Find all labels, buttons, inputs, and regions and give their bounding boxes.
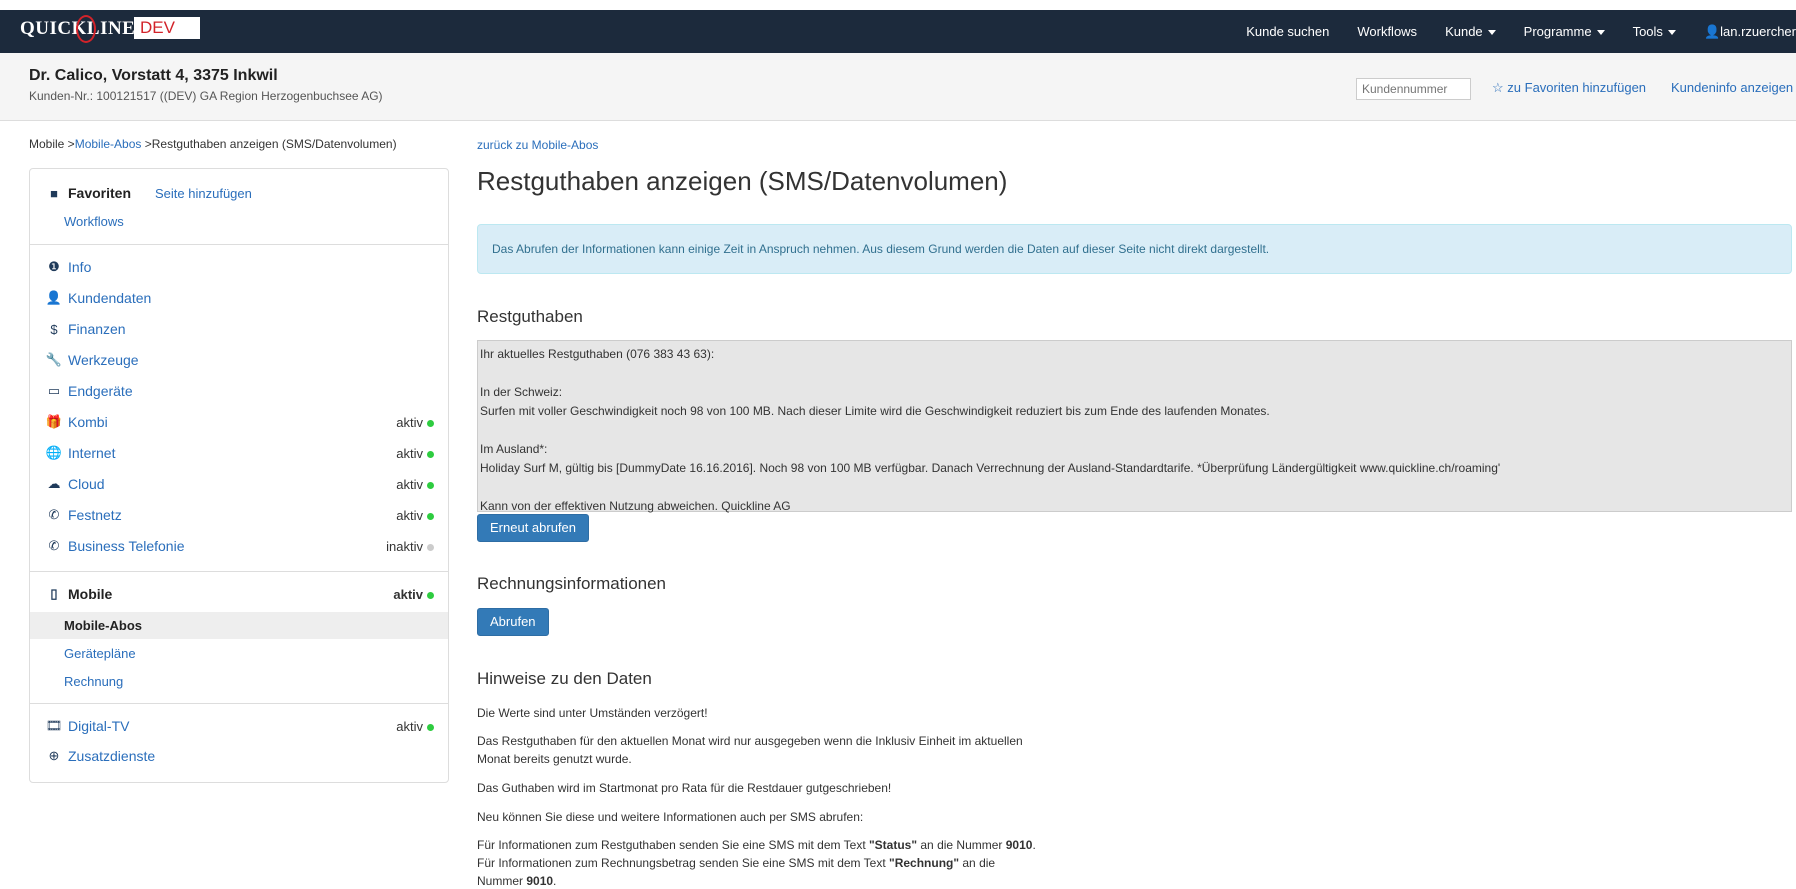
status-badge: aktiv [396, 477, 434, 492]
status-dot-icon [427, 481, 434, 489]
favorites-header: ■ Favoriten Seite hinzufügen [30, 179, 448, 207]
breadcrumb-root: Mobile > [29, 137, 75, 151]
customer-number: Kunden-Nr.: 100121517 ((DEV) GA Region H… [29, 89, 383, 103]
divider [30, 703, 448, 704]
status-badge: aktiv [396, 415, 434, 430]
status-badge: aktiv [396, 508, 434, 523]
phone-icon: ✆ [48, 507, 60, 522]
sidebar-item-zusatzdienste[interactable]: ⊕ Zusatzdienste [30, 742, 448, 770]
status-dot-icon [427, 591, 434, 599]
main-content: zurück zu Mobile-Abos Restguthaben anzei… [477, 0, 1796, 889]
rechnung-heading: Rechnungsinformationen [477, 574, 667, 593]
sidebar-item-werkzeuge[interactable]: 🔧 Werkzeuge [30, 346, 448, 374]
sidebar-item-label: Kombi [68, 414, 108, 430]
sidebar-item-label: Werkzeuge [68, 352, 139, 368]
laptop-icon: ▭ [47, 383, 61, 398]
info-icon: ❶ [48, 259, 60, 274]
status-badge: aktiv [396, 446, 434, 461]
sidebar-item-label: Business Telefonie [68, 538, 185, 554]
breadcrumb: Mobile >Mobile-Abos >Restguthaben anzeig… [29, 137, 397, 151]
env-badge: DEV [134, 17, 200, 39]
wrench-icon: 🔧 [45, 352, 63, 367]
status-dot-icon [427, 512, 434, 520]
sidebar-item-kundendaten[interactable]: 👤 Kundendaten [30, 284, 448, 312]
restguthaben-heading: Restguthaben [477, 307, 583, 326]
customer-name: Dr. Calico, Vorstatt 4, 3375 Inkwil [29, 67, 278, 84]
gift-icon: 🎁 [45, 414, 63, 429]
sidebar-item-label: Endgeräte [68, 383, 133, 399]
film-icon: 🎞 [45, 718, 63, 733]
sidebar-item-finanzen[interactable]: $ Finanzen [30, 315, 448, 343]
sidebar-item-info[interactable]: ❶ Info [30, 253, 448, 281]
sidebar-item-cloud[interactable]: ☁ Cloud aktiv [30, 470, 448, 498]
sidebar-item-mobile[interactable]: ▯ Mobile aktiv [30, 580, 448, 608]
hint-text: Neu können Sie diese und weitere Informa… [477, 810, 864, 824]
sidebar-item-internet[interactable]: 🌐 Internet aktiv [30, 439, 448, 467]
restguthaben-textarea[interactable]: Ihr aktuelles Restguthaben (076 383 43 6… [477, 340, 1792, 513]
add-page-link[interactable]: Seite hinzufügen [155, 186, 252, 201]
globe-icon: 🌐 [45, 445, 63, 460]
sidebar-item-label: Internet [68, 445, 116, 461]
info-alert: Das Abrufen der Informationen kann einig… [477, 224, 1792, 274]
dollar-icon: $ [50, 321, 58, 337]
status-badge: inaktiv [386, 539, 434, 554]
status-badge: aktiv [393, 587, 434, 602]
sidebar-item-label: Info [68, 259, 92, 275]
sms-hint-text: Für Informationen zum Restguthaben sende… [477, 838, 1036, 888]
sidebar-item-label: Cloud [68, 476, 105, 492]
sidebar-item-label: Finanzen [68, 321, 126, 337]
sidebar-subitem-geraeteplaene[interactable]: Gerätepläne [30, 640, 448, 667]
sidebar-subitem-mobile-abos[interactable]: Mobile-Abos [30, 612, 448, 639]
status-dot-icon [427, 543, 434, 551]
plus-circle-icon: ⊕ [48, 748, 60, 763]
favorite-item-workflows[interactable]: Workflows [30, 208, 448, 235]
hint-text: Die Werte sind unter Umständen verzögert… [477, 706, 708, 720]
logo-ring-graphic [76, 15, 96, 43]
hints-heading: Hinweise zu den Daten [477, 669, 652, 688]
divider [30, 244, 448, 245]
sidebar-item-label: Festnetz [68, 507, 122, 523]
sidebar: ■ Favoriten Seite hinzufügen Workflows ❶… [29, 168, 449, 783]
breadcrumb-current: >Restguthaben anzeigen (SMS/Datenvolumen… [141, 137, 397, 151]
mobile-icon: ▯ [50, 586, 58, 601]
sidebar-item-business-telefonie[interactable]: ✆ Business Telefonie inaktiv [30, 532, 448, 560]
divider [30, 571, 448, 572]
sidebar-item-endgeraete[interactable]: ▭ Endgeräte [30, 377, 448, 405]
cloud-icon: ☁ [47, 476, 61, 491]
back-link[interactable]: zurück zu Mobile-Abos [477, 138, 598, 152]
phone-icon: ✆ [48, 538, 60, 553]
status-badge: aktiv [396, 719, 434, 734]
status-dot-icon [427, 450, 434, 458]
sidebar-item-label: Mobile [68, 586, 113, 602]
breadcrumb-link[interactable]: Mobile-Abos [75, 137, 142, 151]
sidebar-item-label: Zusatzdienste [68, 748, 156, 764]
sidebar-item-label: Kundendaten [68, 290, 152, 306]
book-icon: ■ [50, 185, 58, 201]
hint-text: Das Restguthaben für den aktuellen Monat… [477, 734, 1023, 766]
hint-text: Das Guthaben wird im Startmonat pro Rata… [477, 781, 892, 795]
sidebar-item-festnetz[interactable]: ✆ Festnetz aktiv [30, 501, 448, 529]
refresh-button[interactable]: Erneut abrufen [477, 514, 590, 542]
sidebar-item-digital-tv[interactable]: 🎞 Digital-TV aktiv [30, 712, 448, 740]
fetch-invoice-button[interactable]: Abrufen [477, 608, 549, 636]
status-dot-icon [427, 419, 434, 427]
user-icon: 👤 [45, 290, 63, 305]
status-dot-icon [427, 723, 434, 731]
sidebar-item-label: Digital-TV [68, 718, 130, 734]
favorites-title: Favoriten [68, 185, 132, 201]
sidebar-subitem-rechnung[interactable]: Rechnung [30, 668, 448, 695]
sidebar-item-kombi[interactable]: 🎁 Kombi aktiv [30, 408, 448, 436]
page-title: Restguthaben anzeigen (SMS/Datenvolumen) [477, 166, 1008, 196]
